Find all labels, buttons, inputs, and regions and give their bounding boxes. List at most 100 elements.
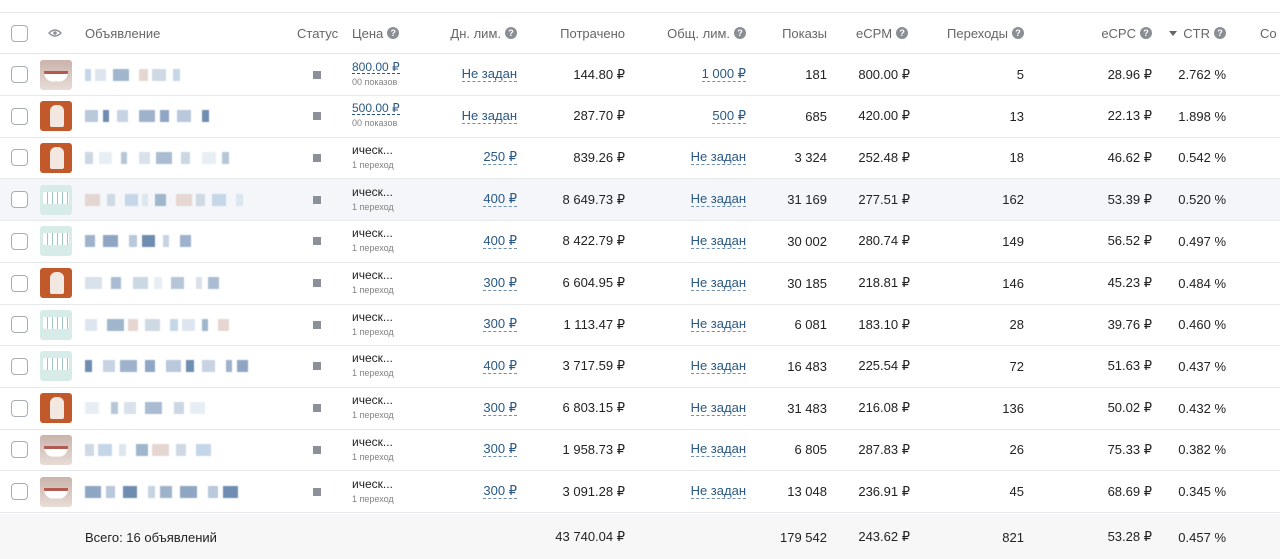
ad-thumbnail[interactable] <box>40 137 72 178</box>
ad-thumbnail[interactable] <box>40 304 72 345</box>
status-cell[interactable] <box>297 137 343 178</box>
help-icon[interactable]: ? <box>505 27 517 39</box>
status-cell[interactable] <box>297 346 343 387</box>
total-limit-link[interactable]: 500 ₽ <box>712 108 746 124</box>
row-checkbox[interactable] <box>11 274 28 292</box>
ad-thumbnail[interactable] <box>40 429 72 470</box>
day-limit-link[interactable]: 250 ₽ <box>483 150 517 166</box>
day-limit-link[interactable]: 300 ₽ <box>483 400 517 416</box>
price-cell[interactable]: ическ... 1 переход <box>352 471 412 512</box>
table-row[interactable]: 800.00 ₽ 00 показов Не задан 144.80 ₽ 1 000 … <box>0 54 1280 96</box>
total-limit-link[interactable]: Не задан <box>690 484 746 499</box>
ad-thumbnail[interactable] <box>40 96 72 137</box>
ad-thumbnail[interactable] <box>40 388 72 429</box>
help-icon[interactable]: ? <box>896 27 909 39</box>
ad-title-blurred[interactable] <box>85 96 285 137</box>
row-checkbox[interactable] <box>11 149 28 167</box>
row-checkbox[interactable] <box>11 107 28 125</box>
day-limit-link[interactable]: 400 ₽ <box>483 233 517 249</box>
col-header-price[interactable]: Цена? <box>352 13 412 53</box>
ad-thumbnail[interactable] <box>40 179 72 220</box>
day-limit-link[interactable]: 400 ₽ <box>483 358 517 374</box>
col-header-spent[interactable]: Потрачено <box>530 13 625 53</box>
total-limit-link[interactable]: Не задан <box>690 192 746 208</box>
price-cell[interactable]: ическ... 1 переход <box>352 429 412 470</box>
price-cell[interactable]: 800.00 ₽ 00 показов <box>352 54 412 95</box>
ad-title-blurred[interactable] <box>85 221 285 262</box>
table-row[interactable]: ическ... 1 переход 250 ₽ 839.26 ₽ Не задан 3 … <box>0 137 1280 180</box>
help-icon[interactable]: ? <box>1140 27 1152 39</box>
total-limit-link[interactable]: Не задан <box>690 317 746 333</box>
col-header-ctr[interactable]: CTR? <box>1160 13 1226 53</box>
price-cell[interactable]: 500.00 ₽ 00 показов <box>352 96 412 137</box>
ad-thumbnail[interactable] <box>40 221 72 262</box>
total-limit-link[interactable]: Не задан <box>690 275 746 291</box>
table-row[interactable]: 500.00 ₽ 00 показов Не задан 287.70 ₽ 500 ₽ 6… <box>0 96 1280 138</box>
row-checkbox[interactable] <box>11 232 28 250</box>
ad-thumbnail[interactable] <box>40 471 72 512</box>
day-limit-link[interactable]: Не задан <box>461 108 517 124</box>
col-header-clicks[interactable]: Переходы? <box>920 13 1024 53</box>
price-cell[interactable]: ическ... 1 переход <box>352 221 412 262</box>
status-cell[interactable] <box>297 304 343 345</box>
price-value[interactable]: 800.00 ₽ <box>352 61 400 74</box>
total-limit-link[interactable]: Не задан <box>690 358 746 374</box>
total-limit-link[interactable]: Не задан <box>690 400 746 416</box>
total-limit-link[interactable]: Не задан <box>690 442 746 458</box>
col-header-cons[interactable]: Со <box>1260 13 1280 53</box>
help-icon[interactable]: ? <box>1012 27 1024 39</box>
status-cell[interactable] <box>297 471 343 512</box>
total-limit-link[interactable]: 1 000 ₽ <box>701 67 746 82</box>
row-checkbox[interactable] <box>11 357 28 375</box>
ad-title-blurred[interactable] <box>85 263 285 304</box>
table-row[interactable]: ическ... 1 переход 400 ₽ 8 422.79 ₽ Не задан… <box>0 221 1280 263</box>
ad-thumbnail[interactable] <box>40 346 72 387</box>
status-cell[interactable] <box>297 263 343 304</box>
table-row[interactable]: ическ... 1 переход 300 ₽ 6 803.15 ₽ Не задан… <box>0 388 1280 430</box>
status-cell[interactable] <box>297 429 343 470</box>
row-checkbox[interactable] <box>11 316 28 334</box>
ad-title-blurred[interactable] <box>85 54 285 95</box>
status-cell[interactable] <box>297 179 343 220</box>
col-header-ad[interactable]: Объявление <box>85 13 285 53</box>
ad-title-blurred[interactable] <box>85 179 285 220</box>
eye-icon[interactable] <box>48 13 66 53</box>
ad-title-blurred[interactable] <box>85 304 285 345</box>
price-cell[interactable]: ическ... 1 переход <box>352 304 412 345</box>
status-cell[interactable] <box>297 54 343 95</box>
row-checkbox[interactable] <box>11 483 28 500</box>
row-checkbox[interactable] <box>11 66 28 83</box>
price-cell[interactable]: ическ... 1 переход <box>352 263 412 304</box>
row-checkbox[interactable] <box>11 399 28 417</box>
table-row[interactable]: ическ... 1 переход 300 ₽ 1 958.73 ₽ Не задан… <box>0 429 1280 472</box>
ad-title-blurred[interactable] <box>85 429 285 470</box>
table-row[interactable]: ическ... 1 переход 300 ₽ 3 091.28 ₽ Не задан… <box>0 471 1280 513</box>
price-cell[interactable]: ическ... 1 переход <box>352 346 412 387</box>
price-cell[interactable]: ическ... 1 переход <box>352 388 412 429</box>
table-row[interactable]: ическ... 1 переход 400 ₽ 3 717.59 ₽ Не задан… <box>0 346 1280 388</box>
total-limit-link[interactable]: Не задан <box>690 233 746 249</box>
row-checkbox[interactable] <box>11 191 28 209</box>
day-limit-link[interactable]: 300 ₽ <box>483 275 517 291</box>
day-limit-link[interactable]: 300 ₽ <box>483 442 517 458</box>
col-header-day-limit[interactable]: Дн. лим.? <box>430 13 517 53</box>
day-limit-link[interactable]: 400 ₽ <box>483 192 517 208</box>
ad-title-blurred[interactable] <box>85 471 285 512</box>
table-row[interactable]: ическ... 1 переход 400 ₽ 8 649.73 ₽ Не задан… <box>0 179 1280 222</box>
ad-title-blurred[interactable] <box>85 346 285 387</box>
select-all-checkbox[interactable] <box>11 24 28 42</box>
price-cell[interactable]: ическ... 1 переход <box>352 137 412 178</box>
row-checkbox[interactable] <box>11 441 28 459</box>
col-header-ecpm[interactable]: eCPM? <box>840 13 910 53</box>
help-icon[interactable]: ? <box>734 27 746 39</box>
help-icon[interactable]: ? <box>1214 27 1226 39</box>
table-row[interactable]: ическ... 1 переход 300 ₽ 1 113.47 ₽ Не задан… <box>0 304 1280 347</box>
day-limit-link[interactable]: Не задан <box>461 67 517 82</box>
price-value[interactable]: 500.00 ₽ <box>352 102 400 116</box>
ad-thumbnail[interactable] <box>40 263 72 304</box>
total-limit-link[interactable]: Не задан <box>690 150 746 166</box>
status-cell[interactable] <box>297 96 343 137</box>
day-limit-link[interactable]: 300 ₽ <box>483 317 517 333</box>
col-header-total-limit[interactable]: Общ. лим.? <box>640 13 746 53</box>
help-icon[interactable]: ? <box>387 27 400 39</box>
